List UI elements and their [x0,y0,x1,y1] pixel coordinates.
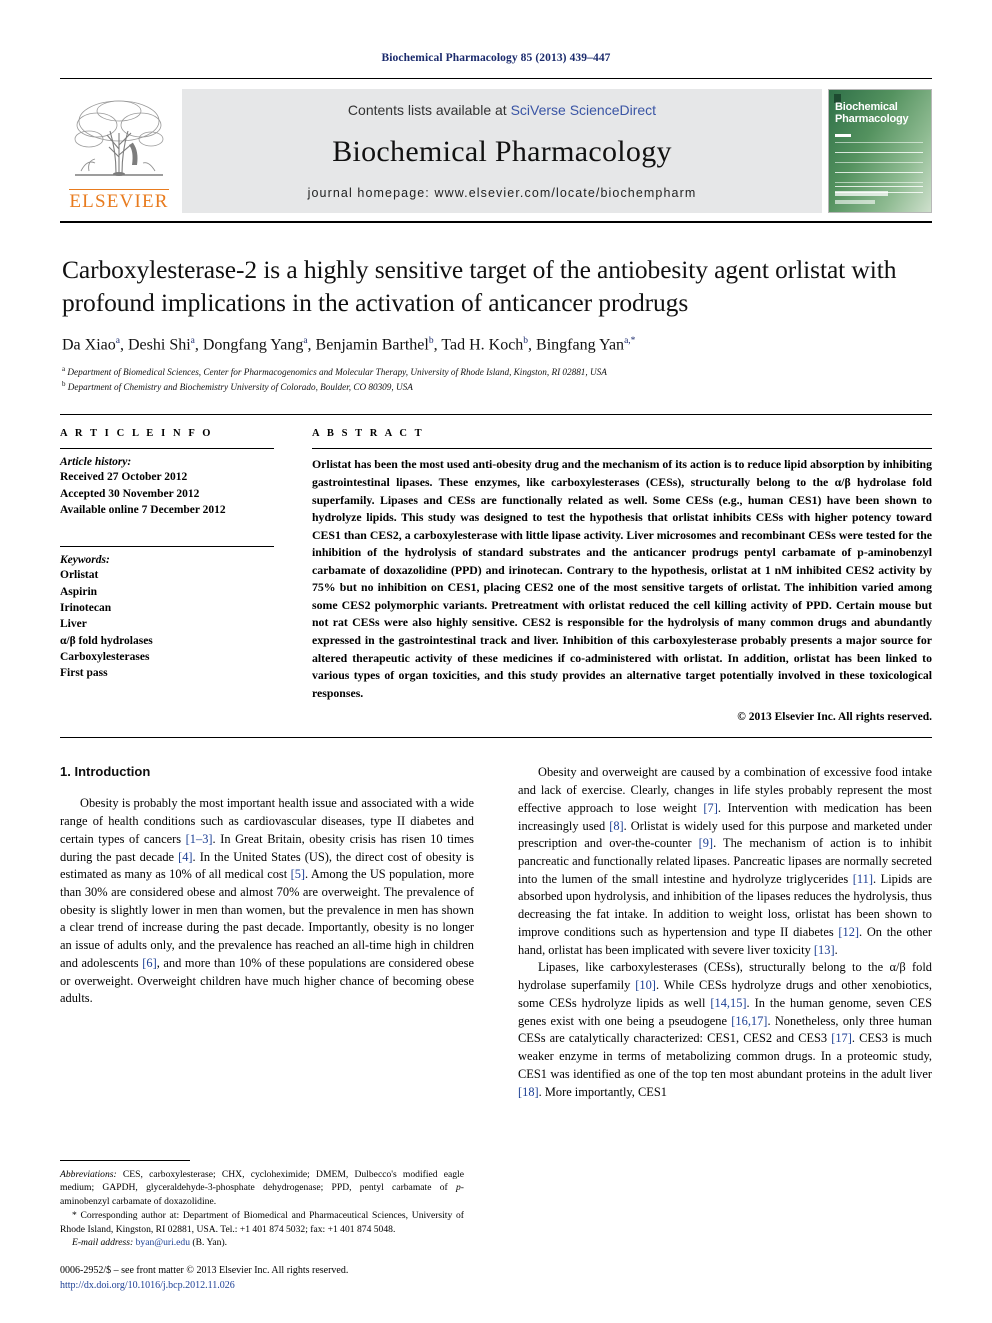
running-head: Biochemical Pharmacology 85 (2013) 439–4… [381,52,611,64]
cover-dash [835,134,851,137]
body-left-column: 1. Introduction Obesity is probably the … [60,764,496,1101]
elsevier-wordmark: ELSEVIER [69,189,169,212]
abstract-rule [312,448,932,450]
banner-bottom-rule [60,221,932,223]
keyword-item: Aspirin [60,585,98,598]
article-info-column: A R T I C L E I N F O Article history: R… [60,428,296,723]
cover-footer [835,186,923,204]
abstract-top-rule [60,414,932,416]
issn-block: 0006-2952/$ – see front matter © 2013 El… [60,1264,464,1293]
keyword-item: α/β fold hydrolases [60,634,153,647]
journal-homepage-link[interactable]: journal homepage: www.elsevier.com/locat… [308,186,697,200]
intro-paragraph-right-2: Lipases, like carboxylesterases (CESs), … [518,960,933,1099]
article-page: Biochemical Pharmacology 85 (2013) 439–4… [0,0,992,1323]
affiliations: a Department of Biomedical Sciences, Cen… [62,364,930,395]
body-right-column: Obesity and overweight are caused by a c… [496,764,932,1101]
abstract-text: Orlistat has been the most used anti-obe… [312,457,932,700]
article-info-heading: A R T I C L E I N F O [60,428,214,440]
affiliation-b: b Department of Chemistry and Biochemist… [62,380,413,393]
cover-title-line-2: Pharmacology [835,112,909,125]
article-history-list: Received 27 October 2012 Accepted 30 Nov… [60,469,274,518]
keywords-rule [60,546,274,548]
issn-line: 0006-2952/$ – see front matter © 2013 El… [60,1265,349,1276]
history-item: Received 27 October 2012 [60,471,188,484]
abstract-copyright: © 2013 Elsevier Inc. All rights reserved… [737,711,932,724]
keyword-item: Liver [60,618,87,631]
elsevier-tree-icon [74,100,164,176]
affiliation-a: a Department of Biomedical Sciences, Cen… [62,364,607,377]
history-item: Accepted 30 November 2012 [60,487,200,500]
section-heading-introduction: 1. Introduction [60,764,151,780]
journal-cover-thumbnail[interactable]: Biochemical Pharmacology [828,89,932,213]
affiliation-a-text: Department of Biomedical Sciences, Cente… [67,366,607,377]
banner-center: Contents lists available at SciVerse Sci… [182,89,822,213]
intro-paragraph-right-1: Obesity and overweight are caused by a c… [518,765,933,957]
history-item: Available online 7 December 2012 [60,504,226,517]
journal-title: Biochemical Pharmacology [332,135,672,168]
contents-list-line: Contents lists available at SciVerse Sci… [348,102,656,118]
cover-title: Biochemical Pharmacology [835,101,925,126]
keywords-label: Keywords: [60,554,110,567]
header-rule [60,78,932,79]
article-history-label: Article history: [60,456,132,469]
corresponding-author-note: * Corresponding author at: Department of… [60,1209,464,1235]
journal-banner: ELSEVIER Contents lists available at Sci… [60,89,932,213]
article-title: Carboxylesterase-2 is a highly sensitive… [62,255,897,318]
keyword-item: Carboxylesterases [60,651,150,664]
footnote-rule [60,1159,190,1161]
keyword-item: First pass [60,667,108,680]
info-abstract-region: A R T I C L E I N F O Article history: R… [60,428,932,723]
title-block: Carboxylesterase-2 is a highly sensitive… [62,253,930,394]
article-info-rule [60,448,274,450]
keyword-item: Orlistat [60,569,99,582]
author-list: Da Xiaoa, Deshi Shia, Dongfang Yanga, Be… [62,336,636,354]
doi-link[interactable]: http://dx.doi.org/10.1016/j.bcp.2012.11.… [60,1279,464,1294]
keywords-list: Orlistat Aspirin Irinotecan Liver α/β fo… [60,567,274,681]
contents-prefix: Contents lists available at [347,102,511,118]
body-columns: 1. Introduction Obesity is probably the … [60,764,932,1101]
abstract-column: A B S T R A C T Orlistat has been the mo… [296,428,932,723]
keywords-block: Keywords: Orlistat Aspirin Irinotecan Li… [60,554,274,681]
abbreviations-note: Abbreviations: CES, carboxylesterase; CH… [60,1168,464,1208]
keyword-item: Irinotecan [60,602,112,615]
email-address-note: E-mail address: byan@uri.edu (B. Yan). [72,1237,228,1249]
elsevier-logo: ELSEVIER [60,89,178,213]
affiliation-b-text: Department of Chemistry and Biochemistry… [67,382,413,393]
abstract-heading: A B S T R A C T [312,428,425,440]
intro-paragraph-left-1: Obesity is probably the most important h… [60,796,475,1006]
sciencedirect-link[interactable]: SciVerse ScienceDirect [511,102,657,118]
abstract-bottom-rule [60,737,932,739]
footnote-block: Abbreviations: CES, carboxylesterase; CH… [60,1159,464,1293]
